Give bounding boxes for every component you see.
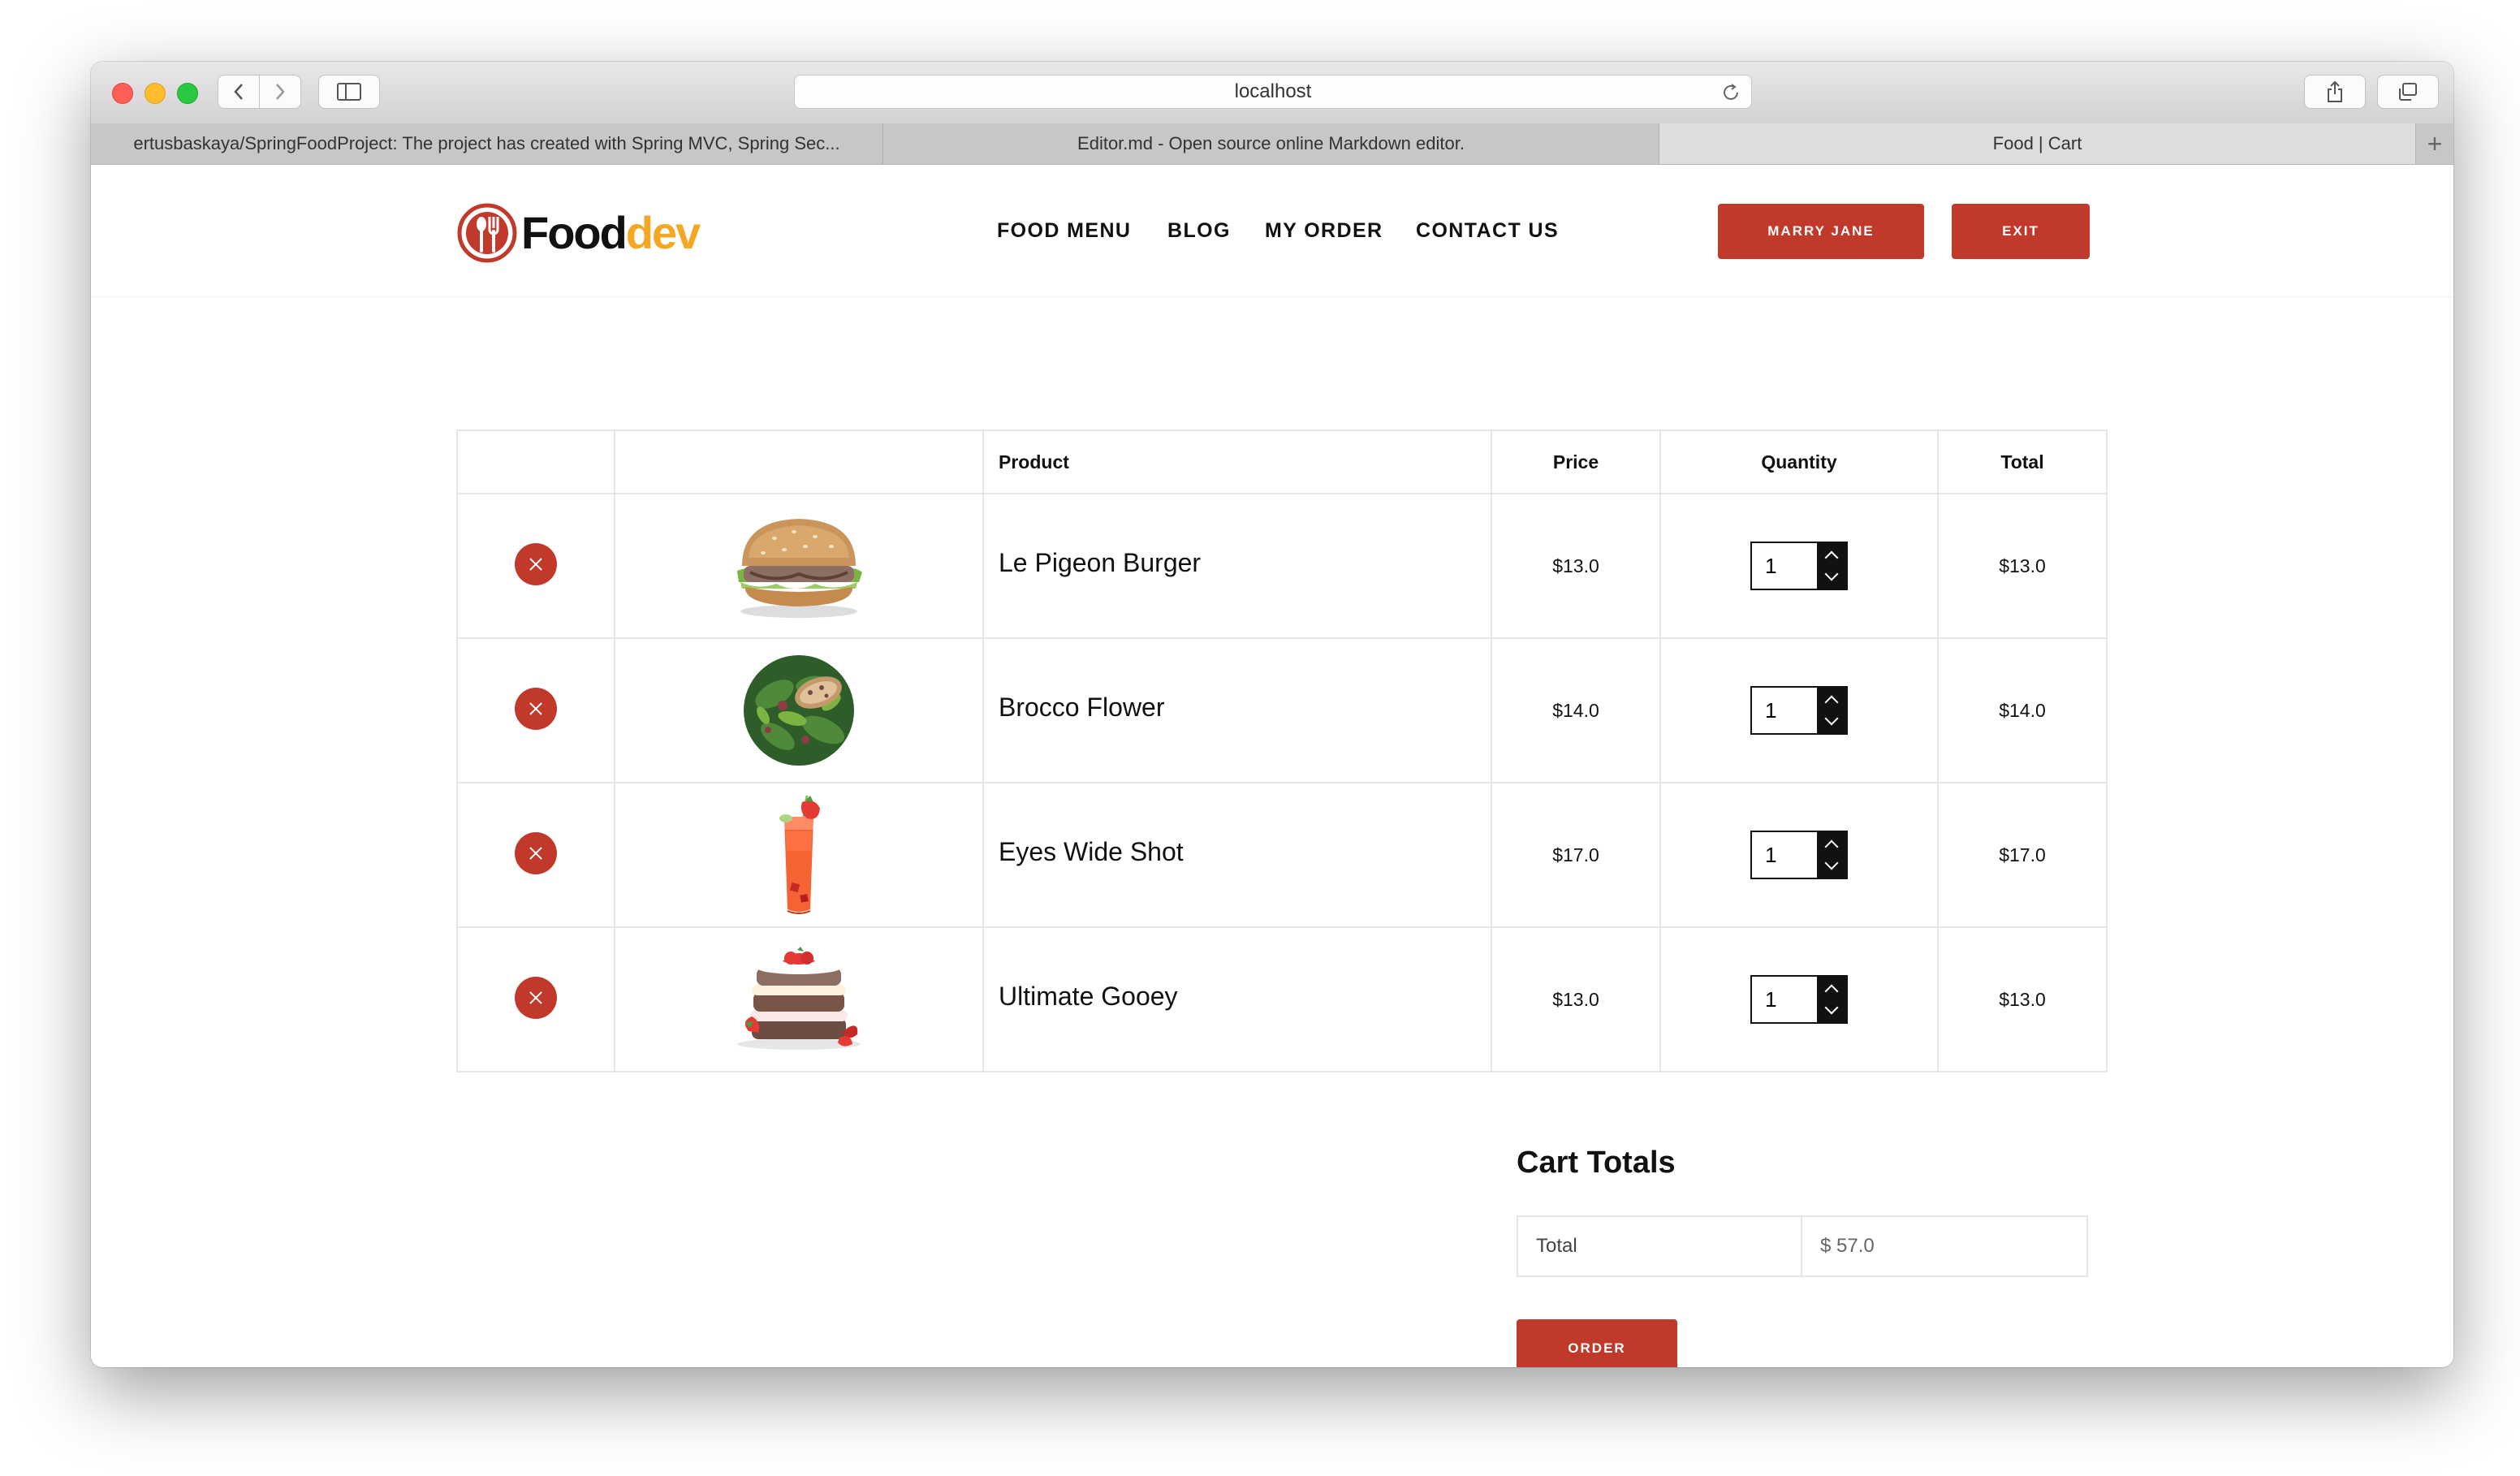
cart-table: Product Price Quantity Total Le Pigeon B… bbox=[456, 429, 2108, 1072]
remove-item-button[interactable] bbox=[515, 831, 557, 874]
minimize-window-button[interactable] bbox=[145, 83, 166, 104]
exit-button[interactable]: EXIT bbox=[1952, 204, 2090, 259]
nav-contact-us[interactable]: CONTACT US bbox=[1416, 218, 1559, 243]
salad-image bbox=[744, 655, 854, 766]
chevron-right-icon bbox=[276, 84, 285, 100]
quantity-stepper[interactable] bbox=[1750, 975, 1848, 1024]
tab-github[interactable]: ertusbaskaya/SpringFoodProject: The proj… bbox=[91, 123, 883, 164]
tab-bar: ertusbaskaya/SpringFoodProject: The proj… bbox=[91, 123, 2453, 165]
header-remove bbox=[456, 429, 615, 494]
drink-image bbox=[779, 795, 820, 914]
tab-editor-md[interactable]: Editor.md - Open source online Markdown … bbox=[883, 123, 1659, 164]
line-total: $13.0 bbox=[1999, 988, 2046, 1010]
share-button[interactable] bbox=[2304, 75, 2366, 109]
logo-text-dev: dev bbox=[625, 207, 701, 258]
share-icon bbox=[2328, 80, 2342, 102]
stepper-arrows bbox=[1817, 832, 1846, 878]
totals-label: Total bbox=[1518, 1217, 1802, 1275]
quantity-stepper[interactable] bbox=[1750, 542, 1848, 590]
remove-item-button[interactable] bbox=[515, 542, 557, 585]
cart-totals-table: Total $ 57.0 bbox=[1517, 1215, 2088, 1277]
quantity-input[interactable] bbox=[1752, 688, 1815, 733]
new-tab-button[interactable]: + bbox=[2416, 123, 2453, 164]
cart-totals-title: Cart Totals bbox=[1517, 1146, 1676, 1180]
increment-button[interactable] bbox=[1817, 543, 1846, 566]
product-name: Eyes Wide Shot bbox=[999, 836, 1184, 866]
fork-spoon-logo-icon bbox=[457, 203, 517, 263]
product-name: Ultimate Gooey bbox=[999, 981, 1178, 1011]
quantity-stepper[interactable] bbox=[1750, 686, 1848, 735]
zoom-window-button[interactable] bbox=[177, 83, 198, 104]
forward-button[interactable] bbox=[259, 75, 301, 109]
address-bar[interactable]: localhost bbox=[794, 75, 1752, 109]
quantity-input[interactable] bbox=[1752, 832, 1815, 878]
increment-button[interactable] bbox=[1817, 688, 1846, 710]
chevron-left-icon bbox=[234, 84, 243, 100]
cart-table-header: Product Price Quantity Total bbox=[456, 429, 2108, 494]
logo-text-food: Food bbox=[521, 207, 628, 258]
increment-button[interactable] bbox=[1817, 832, 1846, 855]
decrement-button[interactable] bbox=[1817, 710, 1846, 733]
show-tabs-button[interactable] bbox=[2377, 75, 2439, 109]
header-image bbox=[614, 429, 984, 494]
product-price: $13.0 bbox=[1552, 555, 1599, 576]
stepper-arrows bbox=[1817, 543, 1846, 589]
header-quantity: Quantity bbox=[1659, 429, 1939, 494]
quantity-input[interactable] bbox=[1752, 977, 1815, 1022]
table-row: Le Pigeon Burger $13.0 $13.0 bbox=[456, 493, 2108, 639]
nav-food-menu[interactable]: FOOD MENU bbox=[997, 218, 1131, 243]
site-header: Fooddev FOOD MENU BLOG MY ORDER CONTACT … bbox=[91, 165, 2453, 297]
quantity-input[interactable] bbox=[1752, 543, 1815, 589]
header-product: Product bbox=[982, 429, 1492, 494]
sidebar-icon bbox=[337, 83, 361, 101]
nav-blog[interactable]: BLOG bbox=[1167, 218, 1231, 243]
product-name: Le Pigeon Burger bbox=[999, 547, 1202, 577]
close-window-button[interactable] bbox=[112, 83, 133, 104]
remove-item-button[interactable] bbox=[515, 976, 557, 1019]
product-price: $17.0 bbox=[1552, 844, 1599, 865]
header-total: Total bbox=[1937, 429, 2108, 494]
sidebar-toggle-button[interactable] bbox=[318, 75, 380, 109]
decrement-button[interactable] bbox=[1817, 999, 1846, 1022]
burger-image bbox=[737, 519, 862, 618]
decrement-button[interactable] bbox=[1817, 566, 1846, 589]
remove-item-button[interactable] bbox=[515, 687, 557, 730]
stepper-arrows bbox=[1817, 977, 1846, 1022]
browser-toolbar: localhost bbox=[91, 62, 2453, 124]
product-price: $14.0 bbox=[1552, 699, 1599, 721]
product-name: Brocco Flower bbox=[999, 692, 1165, 722]
tab-food-cart[interactable]: Food | Cart bbox=[1659, 123, 2416, 164]
header-price: Price bbox=[1491, 429, 1661, 494]
table-row: Ultimate Gooey $13.0 $13.0 bbox=[456, 926, 2108, 1072]
line-total: $13.0 bbox=[1999, 555, 2046, 576]
cake-image bbox=[737, 947, 861, 1050]
user-account-button[interactable]: MARRY JANE bbox=[1718, 204, 1924, 259]
address-bar-text: localhost bbox=[1234, 80, 1312, 102]
stepper-arrows bbox=[1817, 688, 1846, 733]
totals-value: $ 57.0 bbox=[1820, 1235, 1875, 1257]
back-button[interactable] bbox=[218, 75, 260, 109]
quantity-stepper[interactable] bbox=[1750, 831, 1848, 879]
table-row: Brocco Flower $14.0 $14.0 bbox=[456, 637, 2108, 783]
web-page: Fooddev FOOD MENU BLOG MY ORDER CONTACT … bbox=[91, 165, 2453, 1367]
line-total: $17.0 bbox=[1999, 844, 2046, 865]
order-button[interactable]: ORDER bbox=[1517, 1319, 1677, 1367]
logo-wordmark: Fooddev bbox=[521, 205, 701, 261]
increment-button[interactable] bbox=[1817, 977, 1846, 999]
product-price: $13.0 bbox=[1552, 988, 1599, 1010]
nav-my-order[interactable]: MY ORDER bbox=[1265, 218, 1383, 243]
browser-window: localhost ertusbaskaya/SpringFoodProject… bbox=[91, 62, 2453, 1367]
tabs-overview-icon bbox=[2399, 83, 2417, 101]
line-total: $14.0 bbox=[1999, 699, 2046, 721]
decrement-button[interactable] bbox=[1817, 855, 1846, 878]
table-row: Eyes Wide Shot $17.0 $17.0 bbox=[456, 782, 2108, 928]
reload-icon[interactable] bbox=[1720, 82, 1741, 103]
